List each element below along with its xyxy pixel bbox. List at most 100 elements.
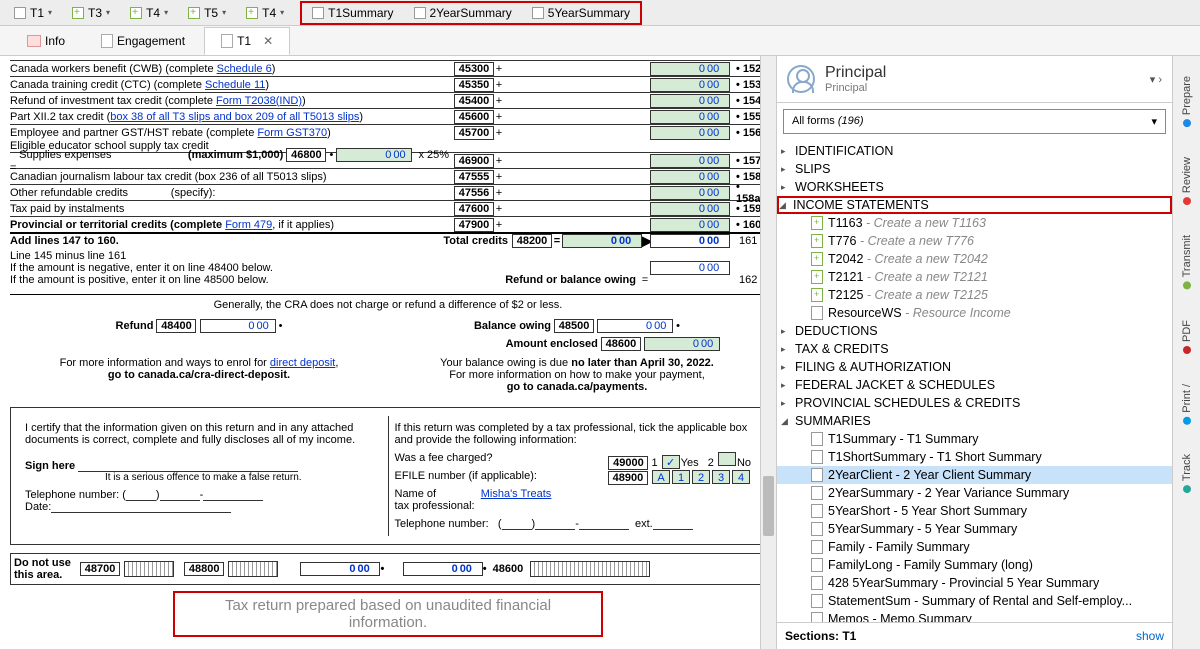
tool-print[interactable]: Print / bbox=[1181, 384, 1193, 425]
tree-item[interactable]: Family - Family Summary bbox=[777, 538, 1172, 556]
amount-field[interactable]: 000 bbox=[650, 126, 730, 140]
amount-field[interactable]: 000 bbox=[597, 319, 673, 333]
tool-track[interactable]: Track bbox=[1181, 454, 1193, 493]
principal-title: Principal bbox=[825, 64, 886, 82]
tree-node[interactable]: ▸WORKSHEETS bbox=[777, 178, 1172, 196]
amount-field[interactable]: 000 bbox=[650, 218, 730, 232]
amount-field[interactable]: 000 bbox=[644, 337, 720, 351]
tree-item[interactable]: ResourceWS - Resource Income bbox=[777, 304, 1172, 322]
sheet-icon bbox=[811, 594, 823, 608]
sheet-icon bbox=[811, 540, 823, 554]
new-form-icon bbox=[811, 270, 823, 284]
amount-field[interactable]: 000 bbox=[650, 78, 730, 92]
amount-field[interactable]: 000 bbox=[650, 186, 730, 200]
tree-item[interactable]: StatementSum - Summary of Rental and Sel… bbox=[777, 592, 1172, 610]
sheet-icon bbox=[811, 450, 823, 464]
sheet-icon bbox=[811, 486, 823, 500]
amount-field[interactable]: 000 bbox=[650, 234, 730, 248]
tree-item[interactable]: 5YearShort - 5 Year Short Summary bbox=[777, 502, 1172, 520]
sheet-icon bbox=[811, 504, 823, 518]
sections-label: Sections: T1 bbox=[785, 629, 856, 643]
tree-item[interactable]: T1ShortSummary - T1 Short Summary bbox=[777, 448, 1172, 466]
sections-show-link[interactable]: show bbox=[1136, 629, 1164, 643]
tree-node[interactable]: ▸PROVINCIAL SCHEDULES & CREDITS bbox=[777, 394, 1172, 412]
amount-field[interactable]: 000 bbox=[650, 94, 730, 108]
amount-field[interactable]: 000 bbox=[403, 562, 483, 576]
scrollbar[interactable] bbox=[760, 56, 776, 649]
sheet-icon bbox=[811, 522, 823, 536]
amount-field[interactable]: 000 bbox=[650, 62, 730, 76]
engagement-icon bbox=[101, 34, 113, 48]
doc-icon bbox=[312, 7, 324, 19]
doc-icon bbox=[414, 7, 426, 19]
doc-icon bbox=[532, 7, 544, 19]
document-tabs: Info Engagement T1✕ bbox=[0, 26, 1200, 56]
tab-t3[interactable]: T3▾ bbox=[62, 3, 120, 23]
new-form-icon bbox=[811, 216, 823, 230]
tree-item[interactable]: Memos - Memo Summary bbox=[777, 610, 1172, 622]
tab-t4-b[interactable]: T4▾ bbox=[236, 3, 294, 23]
sheet-icon bbox=[811, 576, 823, 590]
plus-icon bbox=[246, 7, 258, 19]
amount-field[interactable]: 000 bbox=[562, 234, 642, 248]
doc-tab-t1[interactable]: T1✕ bbox=[204, 27, 290, 55]
sheet-icon bbox=[811, 306, 823, 320]
avatar-icon bbox=[787, 65, 815, 93]
tool-review[interactable]: Review bbox=[1181, 157, 1193, 205]
principal-controls[interactable]: ▾ › bbox=[1150, 73, 1162, 86]
plus-icon bbox=[72, 7, 84, 19]
doc-icon bbox=[221, 34, 233, 48]
tool-pdf[interactable]: PDF bbox=[1181, 320, 1193, 354]
sheet-icon bbox=[811, 558, 823, 572]
right-panel: Principal Principal ▾ › All forms (196) … bbox=[776, 56, 1172, 649]
amount-field[interactable]: 000 bbox=[300, 562, 380, 576]
amount-field[interactable]: 000 bbox=[650, 202, 730, 216]
tree-item[interactable]: T1Summary - T1 Summary bbox=[777, 430, 1172, 448]
tab-t1summary[interactable]: T1Summary bbox=[302, 3, 403, 23]
amount-field[interactable]: 000 bbox=[336, 148, 412, 162]
tree-node[interactable]: ▸FILING & AUTHORIZATION bbox=[777, 358, 1172, 376]
sheet-icon bbox=[811, 432, 823, 446]
tree-item[interactable]: 2YearClient - 2 Year Client Summary bbox=[777, 466, 1172, 484]
tree-income-highlight[interactable]: ◢INCOME STATEMENTS bbox=[777, 196, 1172, 214]
tool-prepare[interactable]: Prepare bbox=[1181, 76, 1193, 127]
doc-tab-engagement[interactable]: Engagement bbox=[84, 27, 202, 55]
top-toolbar: T1▾ T3▾ T4▾ T5▾ T4▾ T1Summary 2YearSumma… bbox=[0, 0, 1200, 26]
tab-5yearsummary[interactable]: 5YearSummary bbox=[522, 3, 640, 23]
tree-node[interactable]: ▸DEDUCTIONS bbox=[777, 322, 1172, 340]
tree-item[interactable]: T2042 - Create a new T2042 bbox=[777, 250, 1172, 268]
tree-node[interactable]: ▸FEDERAL JACKET & SCHEDULES bbox=[777, 376, 1172, 394]
tree-item[interactable]: 5YearSummary - 5 Year Summary bbox=[777, 520, 1172, 538]
side-tools: Prepare Review Transmit PDF Print / Trac… bbox=[1172, 56, 1200, 649]
amount-field[interactable]: 000 bbox=[650, 170, 730, 184]
tree-item[interactable]: T2121 - Create a new T2121 bbox=[777, 268, 1172, 286]
new-form-icon bbox=[811, 252, 823, 266]
amount-field[interactable]: 000 bbox=[650, 261, 730, 275]
tree-node[interactable]: ▸TAX & CREDITS bbox=[777, 340, 1172, 358]
doc-tab-info[interactable]: Info bbox=[10, 27, 82, 55]
tree-node[interactable]: ▸SLIPS bbox=[777, 160, 1172, 178]
tree-item[interactable]: 428 5YearSummary - Provincial 5 Year Sum… bbox=[777, 574, 1172, 592]
doc-icon bbox=[14, 7, 26, 19]
summary-group-highlight: T1Summary 2YearSummary 5YearSummary bbox=[300, 1, 642, 25]
amount-field[interactable]: 000 bbox=[650, 110, 730, 124]
amount-field[interactable]: 000 bbox=[200, 319, 276, 333]
all-forms-dropdown[interactable]: All forms (196) ▾ bbox=[783, 109, 1166, 134]
tree-item[interactable]: T776 - Create a new T776 bbox=[777, 232, 1172, 250]
tool-transmit[interactable]: Transmit bbox=[1181, 235, 1193, 289]
sheet-icon bbox=[811, 468, 823, 482]
close-icon[interactable]: ✕ bbox=[263, 34, 273, 48]
tab-2yearsummary[interactable]: 2YearSummary bbox=[404, 3, 522, 23]
amount-field[interactable]: 000 bbox=[650, 154, 730, 168]
sheet-icon bbox=[811, 612, 823, 622]
tree-item[interactable]: T2125 - Create a new T2125 bbox=[777, 286, 1172, 304]
tree-summaries[interactable]: ◢SUMMARIES bbox=[777, 412, 1172, 430]
tab-t4-a[interactable]: T4▾ bbox=[120, 3, 178, 23]
tree-node[interactable]: ▸IDENTIFICATION bbox=[777, 142, 1172, 160]
tree-item[interactable]: T1163 - Create a new T1163 bbox=[777, 214, 1172, 232]
tab-t5[interactable]: T5▾ bbox=[178, 3, 236, 23]
tab-t1[interactable]: T1▾ bbox=[4, 3, 62, 23]
tree-item[interactable]: FamilyLong - Family Summary (long) bbox=[777, 556, 1172, 574]
tree-item[interactable]: 2YearSummary - 2 Year Variance Summary bbox=[777, 484, 1172, 502]
info-icon bbox=[27, 35, 41, 47]
